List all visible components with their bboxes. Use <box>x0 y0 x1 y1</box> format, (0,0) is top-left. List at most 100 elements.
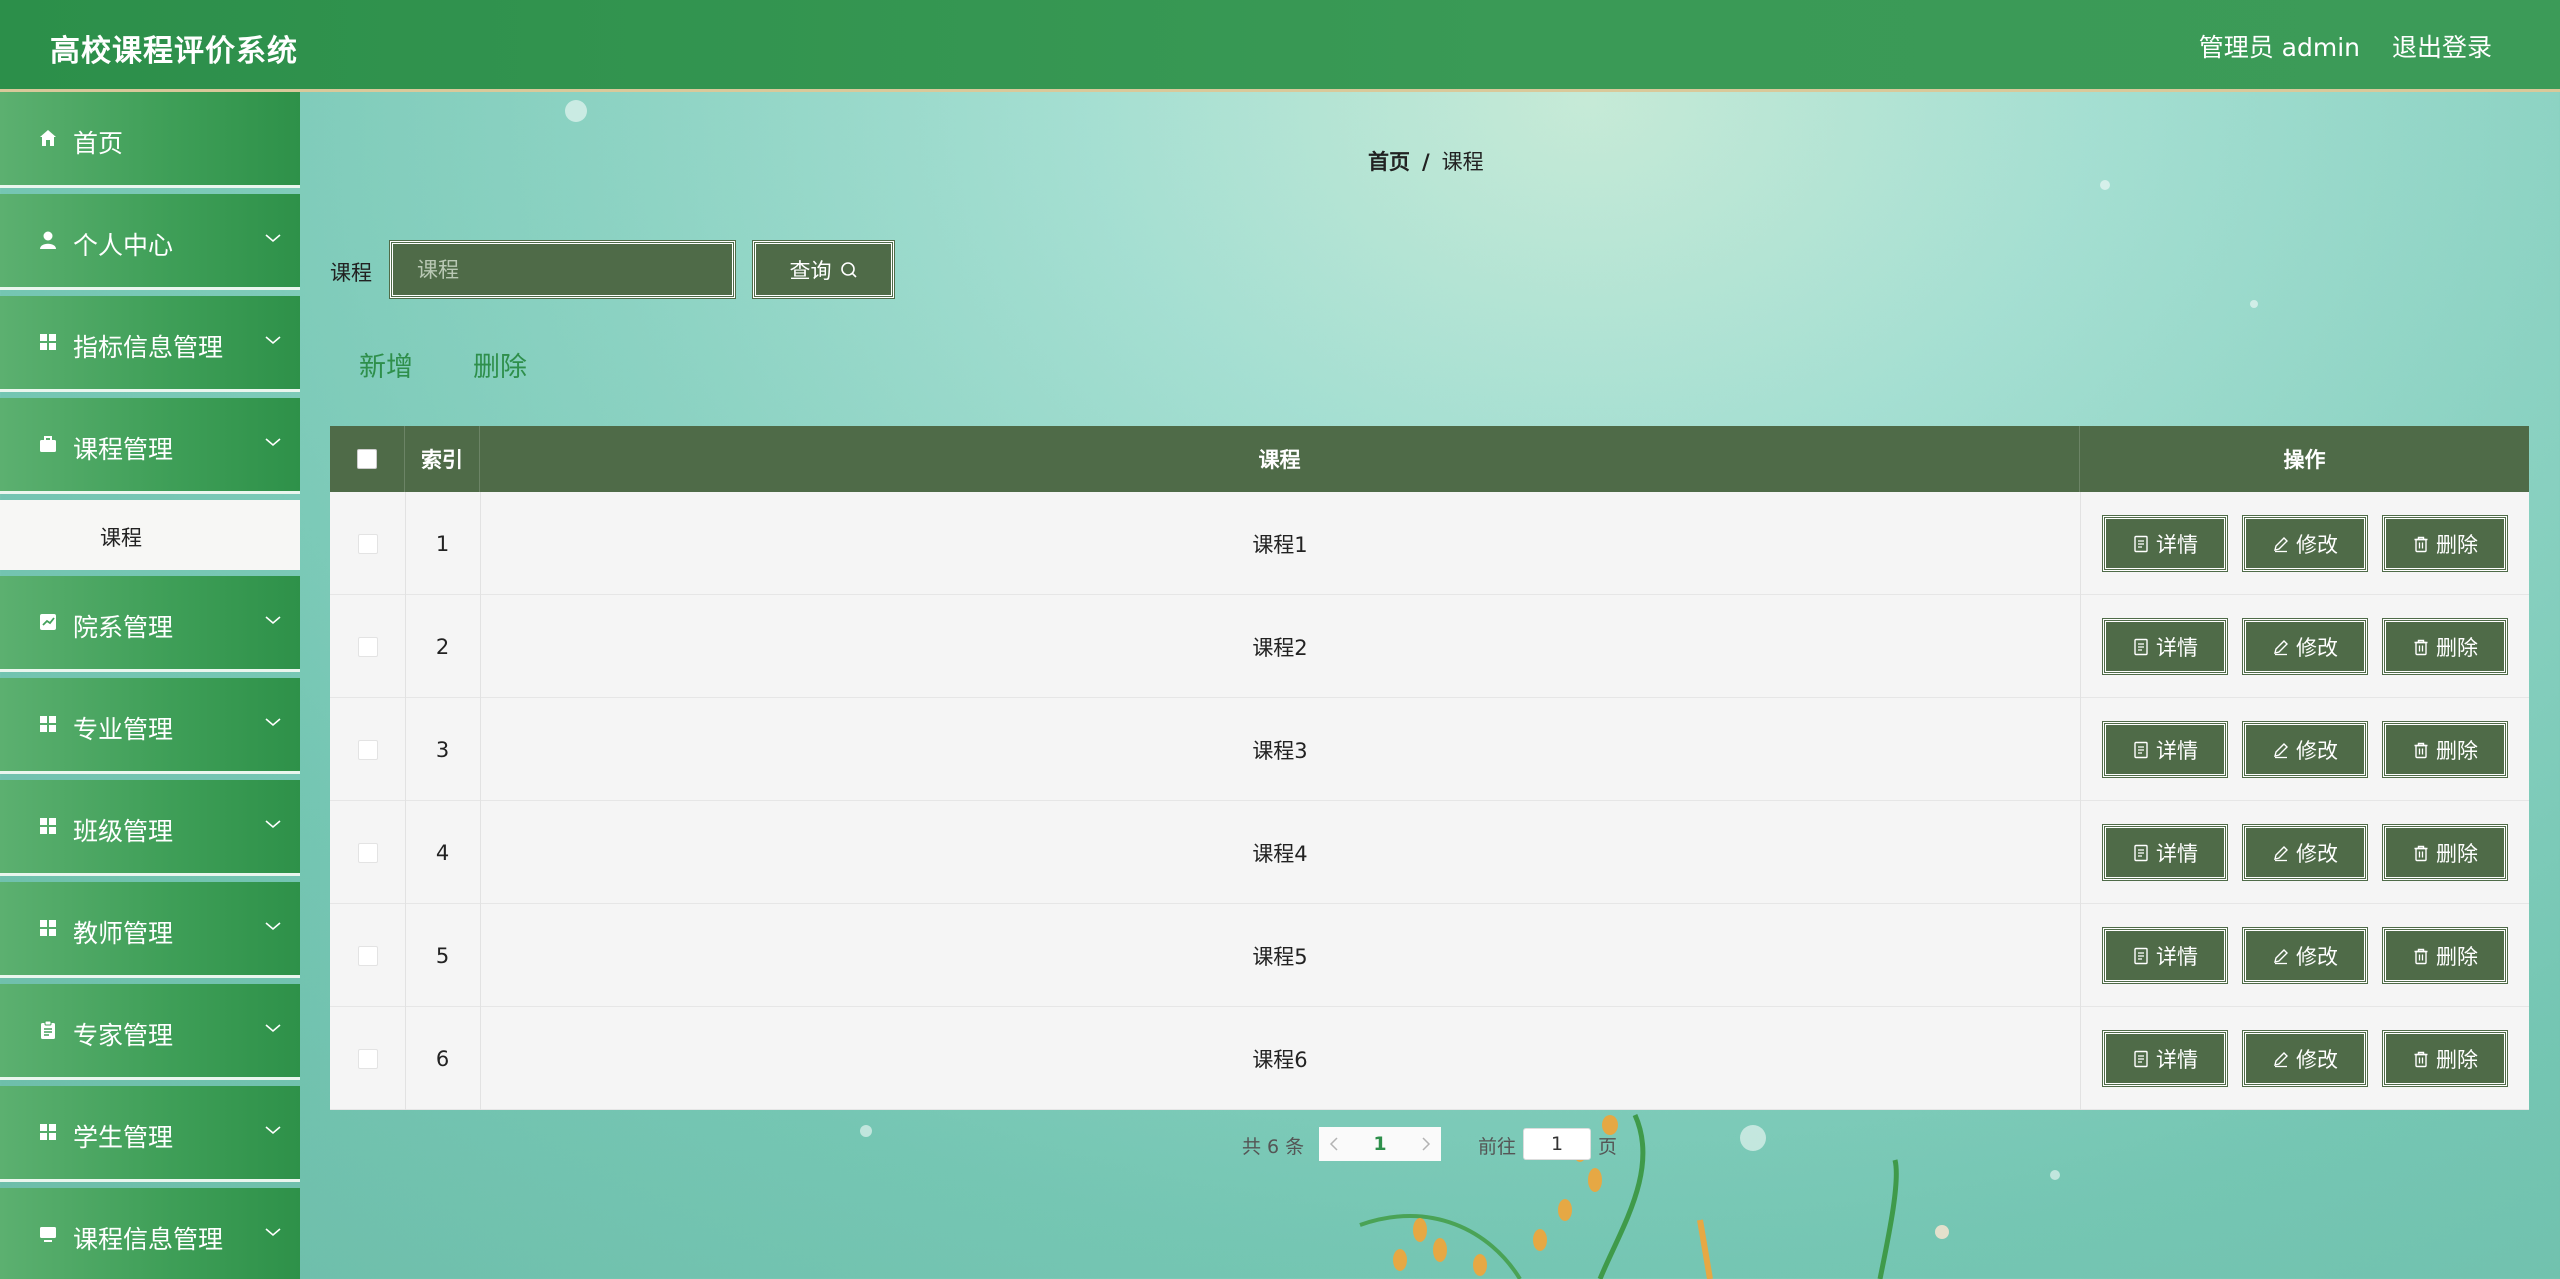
edit-button[interactable]: 修改 <box>2242 927 2368 984</box>
edit-icon <box>2274 1051 2288 1067</box>
delete-button[interactable]: 删除 <box>2382 824 2508 881</box>
bg-bokeh <box>2100 180 2110 190</box>
delete-button[interactable]: 删除 <box>2382 515 2508 572</box>
sidebar-item-major[interactable]: 专业管理 <box>0 678 300 774</box>
delete-button-label: 删除 <box>2436 635 2478 660</box>
chevron-down-icon <box>265 820 281 829</box>
row-select-cell <box>330 1007 405 1110</box>
edit-button[interactable]: 修改 <box>2242 618 2368 675</box>
edit-button[interactable]: 修改 <box>2242 1030 2368 1087</box>
trash-icon <box>2414 639 2428 655</box>
sidebar-item-student[interactable]: 学生管理 <box>0 1086 300 1182</box>
chevron-down-icon <box>265 718 281 727</box>
edit-button[interactable]: 修改 <box>2242 824 2368 881</box>
chevron-right-icon <box>1422 1137 1431 1151</box>
grid-icon <box>40 1124 56 1140</box>
pagination-page-suffix: 页 <box>1598 1136 1618 1158</box>
search-input[interactable] <box>389 240 736 299</box>
logout-link[interactable]: 退出登录 <box>2392 28 2492 64</box>
sidebar-item-course-management[interactable]: 课程管理 <box>0 398 300 494</box>
document-icon <box>2134 741 2148 758</box>
delete-button[interactable]: 删除 <box>2382 927 2508 984</box>
detail-button[interactable]: 详情 <box>2102 824 2228 881</box>
sidebar-item-label: 指标信息管理 <box>73 333 224 362</box>
row-course: 课程1 <box>1252 532 1308 557</box>
document-icon <box>2134 947 2148 964</box>
sidebar-item-personal-center[interactable]: 个人中心 <box>0 194 300 290</box>
sidebar-item-teacher[interactable]: 教师管理 <box>0 882 300 978</box>
row-course: 课程5 <box>1252 944 1308 969</box>
grid-icon <box>40 334 56 350</box>
table-row: 2 课程2 详情 修改 删除 <box>330 595 2529 698</box>
edit-button[interactable]: 修改 <box>2242 721 2368 778</box>
trash-icon <box>2414 1051 2428 1067</box>
sidebar-item-department[interactable]: 院系管理 <box>0 576 300 672</box>
row-checkbox[interactable] <box>357 739 378 760</box>
add-button[interactable]: 新增 <box>359 345 413 384</box>
row-checkbox[interactable] <box>357 533 378 554</box>
row-checkbox[interactable] <box>357 842 378 863</box>
sidebar-subitem-course[interactable]: 课程 <box>0 500 300 570</box>
column-divider <box>2080 904 2081 1007</box>
delete-button-label: 删除 <box>2436 1047 2478 1072</box>
row-checkbox[interactable] <box>357 636 378 657</box>
batch-delete-button[interactable]: 删除 <box>473 345 527 384</box>
detail-button-label: 详情 <box>2156 532 2198 557</box>
pagination-goto-label: 前往 <box>1478 1136 1517 1158</box>
search-button[interactable]: 查询 <box>752 240 895 299</box>
row-course: 课程3 <box>1252 738 1308 763</box>
sidebar-subitem-label: 课程 <box>100 526 142 550</box>
detail-button[interactable]: 详情 <box>2102 515 2228 572</box>
edit-icon <box>2274 948 2288 964</box>
detail-button-label: 详情 <box>2156 1047 2198 1072</box>
select-all-checkbox[interactable] <box>357 449 377 469</box>
pagination-page-1[interactable]: 1 <box>1349 1127 1411 1161</box>
pagination-prev-button[interactable] <box>1319 1127 1349 1161</box>
detail-button[interactable]: 详情 <box>2102 721 2228 778</box>
breadcrumb-home[interactable]: 首页 <box>1368 150 1410 174</box>
edit-button-label: 修改 <box>2296 738 2338 763</box>
edit-button-label: 修改 <box>2296 1047 2338 1072</box>
sidebar-item-course-info[interactable]: 课程信息管理 <box>0 1188 300 1279</box>
edit-button-label: 修改 <box>2296 532 2338 557</box>
edit-button-label: 修改 <box>2296 944 2338 969</box>
row-select-cell <box>330 595 405 698</box>
delete-button[interactable]: 删除 <box>2382 618 2508 675</box>
breadcrumb-separator: / <box>1422 150 1430 174</box>
edit-icon <box>2274 639 2288 655</box>
table-row: 4 课程4 详情 修改 删除 <box>330 801 2529 904</box>
delete-button[interactable]: 删除 <box>2382 1030 2508 1087</box>
chevron-down-icon <box>265 1126 281 1135</box>
table-header: 索引 课程 操作 <box>330 426 2529 492</box>
pagination-goto-input[interactable] <box>1523 1128 1591 1160</box>
row-checkbox[interactable] <box>357 945 378 966</box>
chevron-down-icon <box>265 438 281 447</box>
sidebar-item-label: 专业管理 <box>73 715 174 744</box>
edit-button[interactable]: 修改 <box>2242 515 2368 572</box>
row-select-cell <box>330 801 405 904</box>
monitor-icon <box>40 1227 56 1242</box>
sidebar-item-class[interactable]: 班级管理 <box>0 780 300 876</box>
detail-button[interactable]: 详情 <box>2102 618 2228 675</box>
sidebar-item-label: 个人中心 <box>73 231 174 260</box>
pagination-total: 共 6 条 <box>1242 1136 1305 1158</box>
detail-button[interactable]: 详情 <box>2102 1030 2228 1087</box>
row-course: 课程2 <box>1252 635 1308 660</box>
row-index: 4 <box>435 840 450 865</box>
edit-button-label: 修改 <box>2296 635 2338 660</box>
chevron-down-icon <box>265 234 281 243</box>
delete-button[interactable]: 删除 <box>2382 721 2508 778</box>
app-title: 高校课程评价系统 <box>50 34 298 69</box>
search-label: 课程 <box>330 261 372 285</box>
sidebar-item-home[interactable]: 首页 <box>0 92 300 188</box>
bg-bokeh <box>860 1125 872 1137</box>
sidebar-item-expert[interactable]: 专家管理 <box>0 984 300 1080</box>
detail-button[interactable]: 详情 <box>2102 927 2228 984</box>
delete-button-label: 删除 <box>2436 532 2478 557</box>
row-checkbox[interactable] <box>357 1048 378 1069</box>
row-index: 5 <box>435 943 450 968</box>
top-bar: 高校课程评价系统 管理员 admin 退出登录 <box>0 0 2560 92</box>
pagination-next-button[interactable] <box>1411 1127 1441 1161</box>
sidebar-item-indicator[interactable]: 指标信息管理 <box>0 296 300 392</box>
column-divider <box>2080 698 2081 801</box>
